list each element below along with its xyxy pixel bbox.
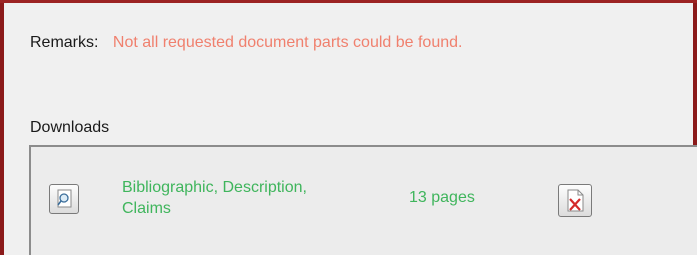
document-parts-line-2: Claims	[122, 200, 171, 217]
downloads-list: Bibliographic, Description, Claims 13 pa…	[29, 145, 697, 255]
remarks-message: Not all requested document parts could b…	[112, 34, 463, 51]
delete-document-button[interactable]	[558, 184, 592, 217]
remarks-row: Remarks: Not all requested document part…	[30, 34, 462, 52]
document-delete-icon	[567, 189, 584, 212]
document-parts-line-1: Bibliographic, Description,	[122, 179, 307, 196]
page-count: 13 pages	[409, 189, 475, 206]
document-parts: Bibliographic, Description, Claims	[122, 177, 382, 219]
window-top-border	[0, 0, 697, 3]
remarks-label: Remarks:	[30, 34, 99, 51]
magnifier-document-icon	[57, 189, 72, 208]
downloads-heading: Downloads	[30, 119, 110, 136]
view-document-button[interactable]	[49, 184, 79, 214]
